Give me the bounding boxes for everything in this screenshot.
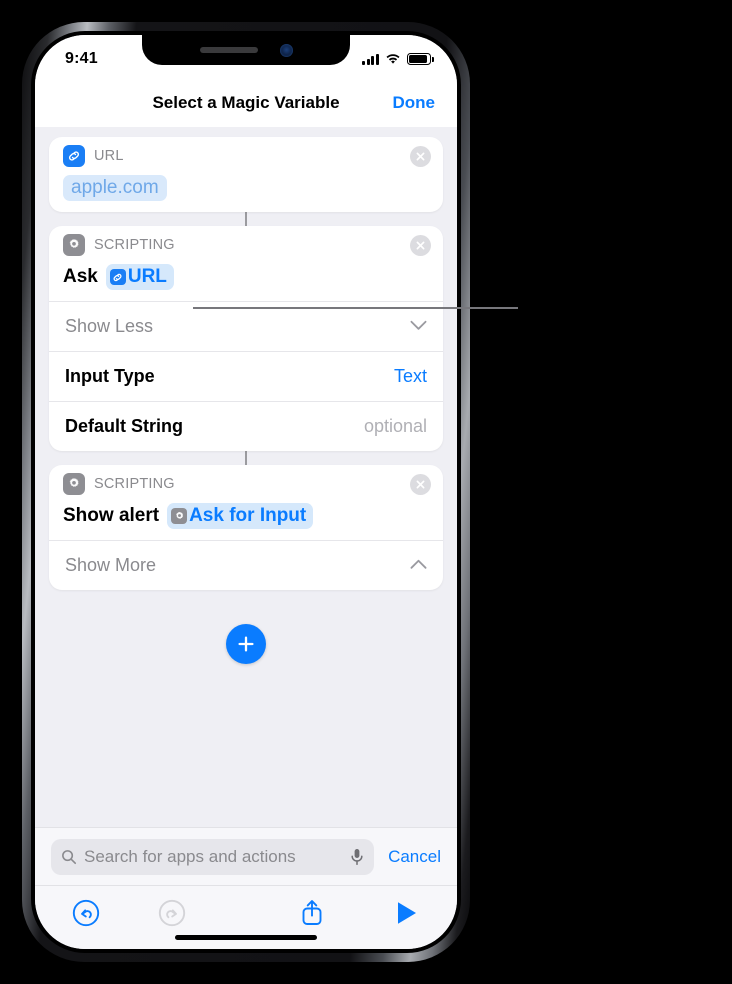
action-card-url[interactable]: URL apple.com bbox=[49, 137, 443, 212]
row-label: Default String bbox=[65, 416, 184, 436]
done-button[interactable]: Done bbox=[393, 93, 436, 113]
row-value[interactable]: Text bbox=[394, 366, 427, 387]
card-header-label: URL bbox=[94, 148, 124, 164]
disclosure-row-show-more[interactable]: Show More bbox=[49, 540, 443, 590]
token-label: URL bbox=[127, 266, 167, 287]
plus-icon bbox=[238, 636, 254, 652]
card-body: Ask URL bbox=[49, 264, 443, 301]
close-circle-icon[interactable] bbox=[410, 145, 431, 167]
action-card-show-alert[interactable]: SCRIPTING Show alert Ask for Input Show … bbox=[49, 465, 443, 590]
phone-bezel: 9:41 Select a Magic Variable Done URL ap… bbox=[31, 31, 461, 953]
redo-circle-icon bbox=[155, 896, 189, 930]
cellular-bars-icon bbox=[362, 53, 379, 65]
disclosure-label: Show More bbox=[65, 555, 157, 575]
gear-icon bbox=[63, 234, 85, 256]
row-input-type[interactable]: Input Type Text bbox=[49, 351, 443, 401]
chevron-up-icon bbox=[410, 557, 427, 575]
search-icon bbox=[62, 849, 77, 864]
speaker-grille-icon bbox=[199, 47, 258, 53]
cancel-button[interactable]: Cancel bbox=[388, 847, 441, 867]
phone-frame: 9:41 Select a Magic Variable Done URL ap… bbox=[22, 22, 470, 962]
gear-icon bbox=[171, 508, 188, 524]
callout-leader-line bbox=[193, 307, 518, 309]
row-value[interactable]: optional bbox=[364, 416, 427, 437]
card-header-label: SCRIPTING bbox=[94, 237, 175, 253]
token-label: Ask for Input bbox=[189, 505, 307, 526]
search-input[interactable]: Search for apps and actions bbox=[51, 838, 375, 875]
search-bar: Search for apps and actions Cancel bbox=[35, 827, 457, 885]
card-body: Show alert Ask for Input bbox=[49, 503, 443, 540]
microphone-icon[interactable] bbox=[350, 848, 364, 866]
search-placeholder: Search for apps and actions bbox=[84, 846, 296, 866]
card-connector bbox=[245, 451, 247, 465]
gear-icon bbox=[63, 473, 85, 495]
magic-variable-token-ask-for-input[interactable]: Ask for Input bbox=[167, 503, 314, 529]
card-header: URL bbox=[49, 137, 443, 175]
card-header-label: SCRIPTING bbox=[94, 476, 175, 492]
share-icon[interactable] bbox=[295, 896, 329, 930]
action-label: Ask bbox=[63, 266, 98, 287]
front-camera-icon bbox=[279, 43, 293, 57]
add-action-wrap bbox=[35, 624, 457, 664]
notch bbox=[142, 35, 350, 65]
card-header: SCRIPTING bbox=[49, 226, 443, 264]
navigation-bar: Select a Magic Variable Done bbox=[35, 79, 457, 127]
play-icon[interactable] bbox=[389, 896, 423, 930]
link-icon bbox=[63, 145, 85, 167]
shortcut-editor-content: URL apple.com SCRIPTING Ask URL Show Les… bbox=[35, 127, 457, 827]
status-icons bbox=[362, 49, 434, 65]
wifi-icon bbox=[386, 54, 400, 64]
row-label: Input Type bbox=[65, 366, 155, 386]
card-header: SCRIPTING bbox=[49, 465, 443, 503]
close-circle-icon[interactable] bbox=[410, 473, 431, 495]
magic-variable-token-url[interactable]: URL bbox=[105, 264, 174, 290]
disclosure-label: Show Less bbox=[65, 316, 154, 336]
home-indicator[interactable] bbox=[175, 935, 317, 940]
battery-full-icon bbox=[407, 53, 434, 65]
undo-circle-icon[interactable] bbox=[69, 896, 103, 930]
card-connector bbox=[245, 212, 247, 226]
url-value-field[interactable]: apple.com bbox=[63, 175, 167, 201]
link-icon bbox=[109, 269, 126, 285]
row-default-string[interactable]: Default String optional bbox=[49, 401, 443, 451]
status-time: 9:41 bbox=[65, 50, 98, 67]
screenshot-stage: 9:41 Select a Magic Variable Done URL ap… bbox=[0, 0, 732, 984]
action-card-ask-for-input[interactable]: SCRIPTING Ask URL Show Less Input Type T… bbox=[49, 226, 443, 451]
action-label: Show alert bbox=[63, 505, 160, 526]
close-circle-icon[interactable] bbox=[410, 234, 431, 256]
card-body: apple.com bbox=[49, 175, 443, 212]
add-action-button[interactable] bbox=[226, 624, 266, 664]
chevron-down-icon bbox=[410, 318, 427, 336]
phone-screen: 9:41 Select a Magic Variable Done URL ap… bbox=[35, 35, 457, 949]
